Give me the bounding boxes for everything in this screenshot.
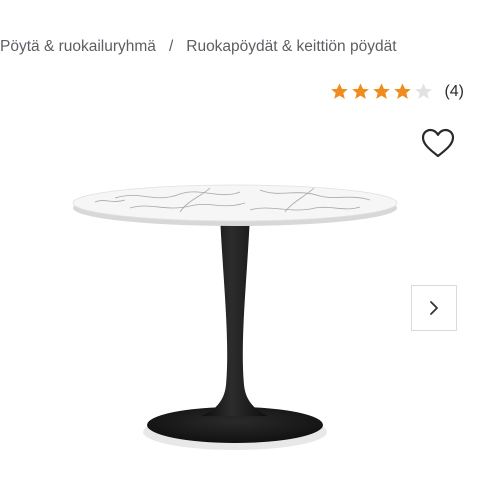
breadcrumb-separator: / <box>168 38 174 55</box>
star-empty-icon <box>415 83 433 99</box>
heart-outline-icon <box>421 128 455 158</box>
table-top <box>72 184 398 222</box>
table-illustration <box>72 184 398 450</box>
table-pedestal <box>202 215 268 416</box>
next-image-button[interactable] <box>411 285 457 331</box>
star-filled-icon <box>373 83 391 99</box>
chevron-right-icon <box>430 301 438 315</box>
favorite-button[interactable] <box>420 126 456 160</box>
breadcrumb-item-table-and-dining-sets[interactable]: Pöytä & ruokailuryhmä <box>0 38 156 56</box>
star-filled-icon <box>394 83 412 99</box>
rating-stars <box>330 82 435 101</box>
star-filled-icon <box>331 83 349 99</box>
product-image <box>70 170 400 470</box>
breadcrumb-item-dining-tables[interactable]: Ruokapöydät & keittiön pöydät <box>186 38 396 56</box>
star-filled-icon <box>352 83 370 99</box>
breadcrumb: Pöytä & ruokailuryhmä / Ruokapöydät & ke… <box>0 38 480 56</box>
rating-count: (4) <box>444 82 464 100</box>
product-rating[interactable]: (4) <box>330 82 464 101</box>
